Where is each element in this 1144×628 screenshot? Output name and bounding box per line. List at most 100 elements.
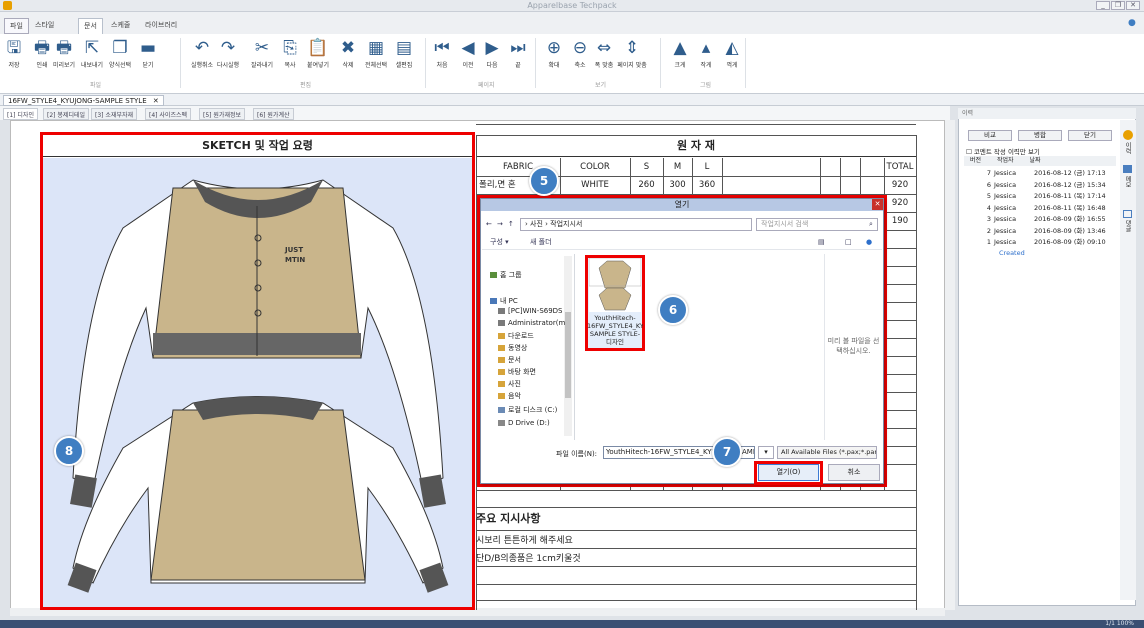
ribbon-button-prev-page[interactable]: ◀ 이전 (456, 36, 480, 76)
open-button[interactable]: 열기(O) (758, 464, 819, 481)
menu-tab-schedule[interactable]: 스케줄 (106, 18, 135, 34)
close-panel-button[interactable]: 닫기 (1068, 130, 1112, 141)
ribbon-button-folder-close[interactable]: ▬ 닫기 (136, 36, 160, 76)
history-row[interactable]: 5 Jessica 2016-08-11 (목) 17:14 (964, 192, 1116, 200)
filetype-select[interactable]: All Available Files (*.pax;*.pan; (777, 446, 877, 459)
ribbon-button-paste[interactable]: 📋 붙여넣기 (306, 36, 330, 76)
organize-button[interactable]: 구성 ▾ (490, 236, 509, 248)
new-folder-button[interactable]: 새 폴더 (530, 236, 552, 248)
close-window-button[interactable]: ✕ (1126, 1, 1140, 10)
ribbon-button-export[interactable]: ⇱ 내보내기 (80, 36, 104, 76)
template-icon: ❐ (112, 38, 128, 58)
nav-item[interactable]: 사진 (498, 379, 521, 389)
nav-item[interactable]: 동영상 (498, 343, 527, 353)
filename-dropdown-icon[interactable]: ▾ (758, 446, 774, 459)
menu-tab-style[interactable]: 스타일 (30, 18, 59, 34)
ribbon-button-first-page[interactable]: ⏮ 처음 (430, 36, 454, 76)
subtab-design[interactable]: [1] 디자인 (3, 108, 38, 120)
ribbon-button-select-all[interactable]: ▦ 전체선택 (364, 36, 388, 76)
back-icon[interactable]: ← (486, 218, 492, 230)
dialog-close-button[interactable]: ✕ (872, 199, 883, 210)
ribbon-button-zoom-out[interactable]: ⊖ 축소 (568, 36, 592, 76)
nav-item[interactable]: D Drive (D:) (498, 419, 550, 427)
help-icon[interactable]: ● (1128, 18, 1136, 28)
history-row[interactable]: 3 Jessica 2016-08-09 (화) 16:55 (964, 215, 1116, 223)
ribbon-button-template[interactable]: ❐ 양식선택 (108, 36, 132, 76)
ribbon-button-save[interactable]: 🖫 저장 (2, 36, 26, 76)
ribbon-button-last-page[interactable]: ⏭ 끝 (506, 36, 530, 76)
ribbon-button-cut[interactable]: ✂ 잘라내기 (250, 36, 274, 76)
subtab-materials[interactable]: [3] 소재부자재 (91, 108, 138, 120)
ribbon-button-image-small[interactable]: ▴ 작게 (694, 36, 718, 76)
menu-tab-document[interactable]: 문서 (78, 18, 103, 34)
material-cell-color[interactable]: WHITE (560, 177, 630, 194)
ribbon-button-print[interactable]: 🖶 인쇄 (30, 36, 54, 76)
nav-item[interactable]: 로컬 디스크 (C:) (498, 405, 557, 415)
menu-tab-file[interactable]: 파일 (4, 18, 29, 34)
history-side-icon[interactable] (1123, 130, 1133, 140)
ribbon-button-fit-width[interactable]: ⇔ 폭 맞춤 (592, 36, 616, 76)
restore-button[interactable]: ❐ (1111, 1, 1125, 10)
history-row[interactable]: 4 Jessica 2016-08-11 (목) 16:48 (964, 204, 1116, 212)
ribbon-button-zoom-in[interactable]: ⊕ 확대 (542, 36, 566, 76)
view-options-icon[interactable]: ▤ (818, 236, 825, 248)
side-label-comment[interactable]: 댓글 (1123, 220, 1132, 232)
ribbon-button-redo[interactable]: ↷ 다시실행 (216, 36, 240, 76)
side-label-memo[interactable]: 메모 (1123, 176, 1132, 188)
material-cell-m[interactable]: 300 (663, 177, 692, 194)
search-input[interactable]: 작업지시서 검색 (756, 218, 878, 231)
menu-tab-library[interactable]: 라이브러리 (140, 18, 182, 34)
nav-item[interactable]: 음악 (498, 391, 521, 401)
nav-item[interactable]: [PC]WIN-S69DS (498, 307, 563, 315)
history-row[interactable]: 6 Jessica 2016-08-12 (금) 15:34 (964, 181, 1116, 189)
address-bar[interactable]: › 사진 › 작업지시서 (520, 218, 752, 231)
history-row[interactable]: 7 Jessica 2016-08-12 (금) 17:13 (964, 169, 1116, 177)
close-tab-icon[interactable]: ✕ (153, 97, 159, 105)
minimize-button[interactable]: _ (1096, 1, 1110, 10)
merge-button[interactable]: 병합 (1018, 130, 1062, 141)
subtab-cost-info[interactable]: [5] 원가재정보 (199, 108, 246, 120)
ribbon-button-image-fold[interactable]: ◭ 꺽게 (720, 36, 744, 76)
nav-scroll-thumb[interactable] (565, 312, 571, 398)
nav-item[interactable]: Administrator(m (498, 319, 565, 327)
ribbon-button-cell-edit[interactable]: ▤ 셀편집 (392, 36, 416, 76)
preview-pane-icon[interactable]: □ (845, 236, 852, 248)
material-cell-s[interactable]: 260 (630, 177, 663, 194)
sheet-vertical-scrollbar[interactable] (945, 120, 955, 610)
ribbon-button-fit-page[interactable]: ⇕ 페이지 맞춤 (617, 36, 647, 76)
nav-item[interactable]: 내 PC (490, 296, 518, 306)
history-row[interactable]: 1 Jessica 2016-08-09 (화) 09:10 (964, 238, 1116, 246)
ribbon-button-next-page[interactable]: ▶ 다음 (480, 36, 504, 76)
note-line[interactable]: 단D/B의종품은 1cm키울것 (476, 551, 581, 564)
history-row[interactable]: 2 Jessica 2016-08-09 (화) 13:46 (964, 227, 1116, 235)
print-preview-icon: 🖶 (55, 38, 73, 58)
ribbon-button-undo[interactable]: ↶ 실행취소 (190, 36, 214, 76)
note-line[interactable]: 시보리 튼튼하게 해주세요 (476, 533, 573, 546)
material-cell-total[interactable]: 920 (884, 177, 916, 194)
compare-button[interactable]: 비교 (968, 130, 1012, 141)
nav-item[interactable]: 다운로드 (498, 331, 534, 341)
subtab-cost-calc[interactable]: [6] 원가계산 (253, 108, 294, 120)
side-label-history[interactable]: 이력 (1123, 142, 1132, 154)
ribbon-button-delete[interactable]: ✖ 삭제 (336, 36, 360, 76)
up-icon[interactable]: ↑ (508, 218, 514, 230)
nav-item[interactable]: 홈 그룹 (490, 270, 522, 280)
material-cell-l[interactable]: 360 (692, 177, 722, 194)
nav-item[interactable]: 문서 (498, 355, 521, 365)
export-icon: ⇱ (84, 38, 100, 58)
comment-filter-checkbox[interactable]: ☐ 코멘트 작성 이력만 보기 (966, 146, 1040, 156)
document-tab[interactable]: 16FW_STYLE4_KYUJONG-SAMPLE STYLE ✕ (3, 95, 164, 106)
ribbon-button-print-preview[interactable]: 🖶 미리보기 (52, 36, 76, 76)
memo-side-icon[interactable] (1123, 165, 1132, 173)
cancel-button[interactable]: 취소 (828, 464, 880, 481)
forward-icon[interactable]: → (497, 218, 503, 230)
subtab-sewing-detail[interactable]: [2] 봉제디테일 (43, 108, 90, 120)
subtab-size-spec[interactable]: [4] 사이즈스펙 (145, 108, 192, 120)
material-cell-total[interactable]: 920 (884, 195, 916, 212)
comment-side-icon[interactable] (1123, 210, 1132, 218)
ribbon-button-copy[interactable]: ⎘ 복사 (278, 36, 302, 76)
help-icon[interactable]: ● (866, 236, 872, 248)
ribbon-button-image-large[interactable]: ▲ 크게 (668, 36, 692, 76)
nav-item[interactable]: 바탕 화면 (498, 367, 536, 377)
material-cell-total[interactable]: 190 (884, 213, 916, 230)
